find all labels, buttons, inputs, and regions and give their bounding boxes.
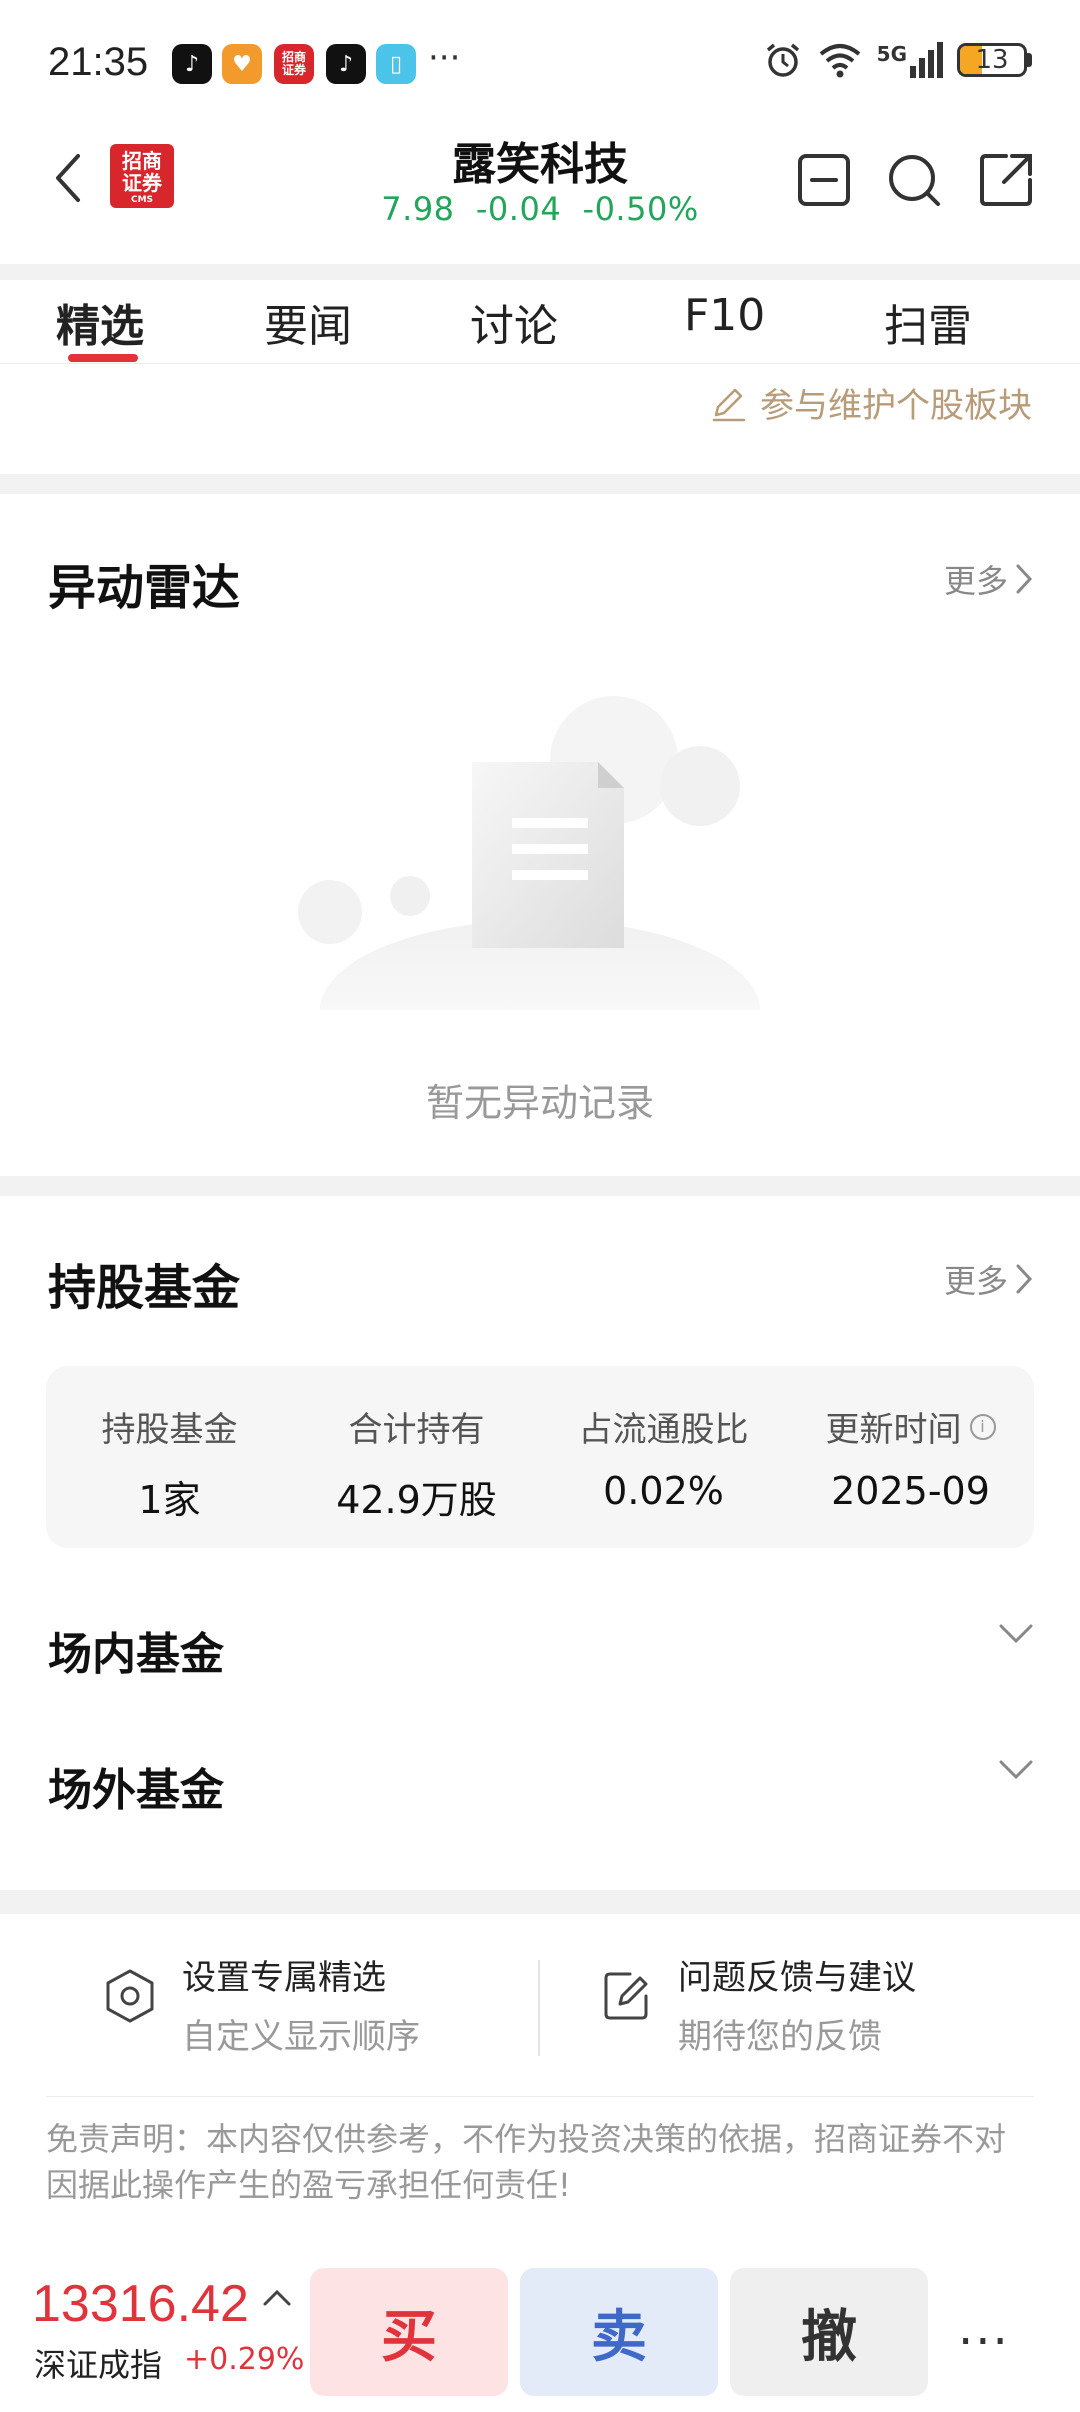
stock-change: -0.04	[475, 190, 562, 228]
chevron-up-icon[interactable]	[262, 2288, 292, 2308]
tab-f10[interactable]: F10	[684, 290, 765, 341]
cancel-order-button[interactable]: 撤	[730, 2268, 928, 2396]
wifi-icon	[819, 44, 860, 78]
network-type: 5G	[876, 42, 907, 66]
custom-featured-button[interactable]: 设置专属精选 自定义显示顺序	[104, 1950, 420, 2058]
offexchange-funds-row[interactable]: 场外基金	[48, 1754, 224, 1818]
feedback-edit-icon	[604, 1972, 648, 2020]
info-icon[interactable]: i	[969, 1413, 996, 1440]
maintain-sector-label: 参与维护个股板块	[760, 386, 1032, 426]
stat-total-holding: 合计持有 42.9万股	[293, 1402, 540, 1524]
onexchange-funds-row[interactable]: 场内基金	[48, 1618, 224, 1682]
section-separator	[0, 474, 1080, 494]
heart-app-icon: ♥	[222, 44, 262, 84]
stat-value: 2025-09	[831, 1469, 990, 1513]
buy-button[interactable]: 买	[310, 2268, 508, 2396]
tab-news[interactable]: 要闻	[264, 290, 352, 354]
index-name: 深证成指	[34, 2346, 163, 2384]
stat-value: 42.9万股	[336, 1478, 497, 1522]
stat-update-time: 更新时间 i 2025-09	[787, 1402, 1034, 1513]
stat-float-ratio: 占流通股比 0.02%	[540, 1402, 787, 1513]
funds-title: 持股基金	[48, 1260, 241, 1316]
tab-divider	[0, 363, 1080, 364]
fund-stats-card: 持股基金 1家 合计持有 42.9万股 占流通股比 0.02% 更新时间 i 2…	[46, 1366, 1034, 1548]
chevron-right-icon	[1016, 1264, 1033, 1294]
section-separator-2	[0, 1176, 1080, 1196]
status-indicators: 5G 13	[763, 40, 1032, 80]
settings-hexagon-icon	[106, 1969, 154, 2023]
status-time: 21:35	[48, 40, 149, 84]
cms-app-icon: 招商 证券	[274, 44, 314, 84]
feedback-sub: 期待您的反馈	[678, 2017, 882, 2057]
radar-more-link[interactable]: 更多	[944, 556, 1034, 602]
tab-discussion[interactable]: 讨论	[470, 290, 558, 354]
radar-more-label: 更多	[943, 562, 1008, 600]
stat-label: 合计持有	[348, 1410, 485, 1450]
reader-app-icon: ▯	[376, 44, 416, 84]
sell-button[interactable]: 卖	[520, 2268, 718, 2396]
custom-featured-sub: 自定义显示顺序	[182, 2017, 420, 2057]
stat-fund-count: 持股基金 1家	[46, 1402, 293, 1524]
edit-pencil-icon	[712, 388, 746, 421]
stat-value: 0.02%	[603, 1469, 724, 1513]
stock-change-pct: -0.50%	[582, 190, 699, 228]
tab-risk-scan[interactable]: 扫雷	[884, 290, 972, 354]
tab-bar: 精选 要闻 讨论 F10 扫雷	[0, 280, 1080, 364]
index-value[interactable]: 13316.42	[32, 2274, 249, 2334]
tiktok-app-icon-2: ♪	[326, 44, 366, 84]
empty-radar-text: 暂无异动记录	[425, 1081, 654, 1125]
search-icon[interactable]	[884, 150, 944, 210]
custom-featured-title: 设置专属精选	[182, 1958, 386, 1998]
chevron-down-icon[interactable]	[998, 1622, 1034, 1646]
tiktok-app-icon: ♪	[172, 44, 212, 84]
header-separator	[0, 264, 1080, 280]
section-separator-3	[0, 1890, 1080, 1914]
chevron-down-icon[interactable]	[998, 1758, 1034, 1782]
index-change: +0.29%	[184, 2342, 305, 2377]
signal-icon: 5G	[877, 42, 943, 78]
remove-watchlist-icon[interactable]	[794, 150, 854, 210]
maintain-sector-link[interactable]: 参与维护个股板块	[708, 378, 1032, 427]
stat-label: 占流通股比	[578, 1410, 749, 1450]
battery-icon: 13	[957, 43, 1027, 77]
radar-title: 异动雷达	[48, 560, 241, 616]
disclaimer-text: 免责声明：本内容仅供参考，不作为投资决策的依据，招商证券不对因据此操作产生的盈亏…	[46, 2120, 1007, 2204]
footer-rule	[46, 2096, 1034, 2097]
funds-more-link[interactable]: 更多	[944, 1256, 1034, 1302]
empty-document-illustration	[298, 696, 760, 1010]
feedback-title: 问题反馈与建议	[678, 1958, 916, 1998]
alarm-icon	[766, 43, 799, 77]
tab-featured[interactable]: 精选	[56, 290, 144, 354]
more-options-button[interactable]: ···	[958, 2314, 1010, 2370]
chevron-right-icon	[1016, 564, 1033, 594]
footer-divider	[538, 1960, 540, 2056]
stat-label: 持股基金	[101, 1410, 238, 1450]
status-more-dots: ···	[428, 38, 461, 78]
stat-value: 1家	[138, 1478, 201, 1522]
feedback-button[interactable]: 问题反馈与建议 期待您的反馈	[600, 1950, 916, 2058]
stock-price: 7.98	[381, 190, 455, 228]
funds-more-label: 更多	[943, 1262, 1008, 1300]
share-icon[interactable]	[976, 150, 1036, 210]
stat-label: 更新时间	[825, 1410, 962, 1450]
active-tab-indicator	[68, 354, 138, 362]
battery-level: 13	[975, 45, 1009, 75]
